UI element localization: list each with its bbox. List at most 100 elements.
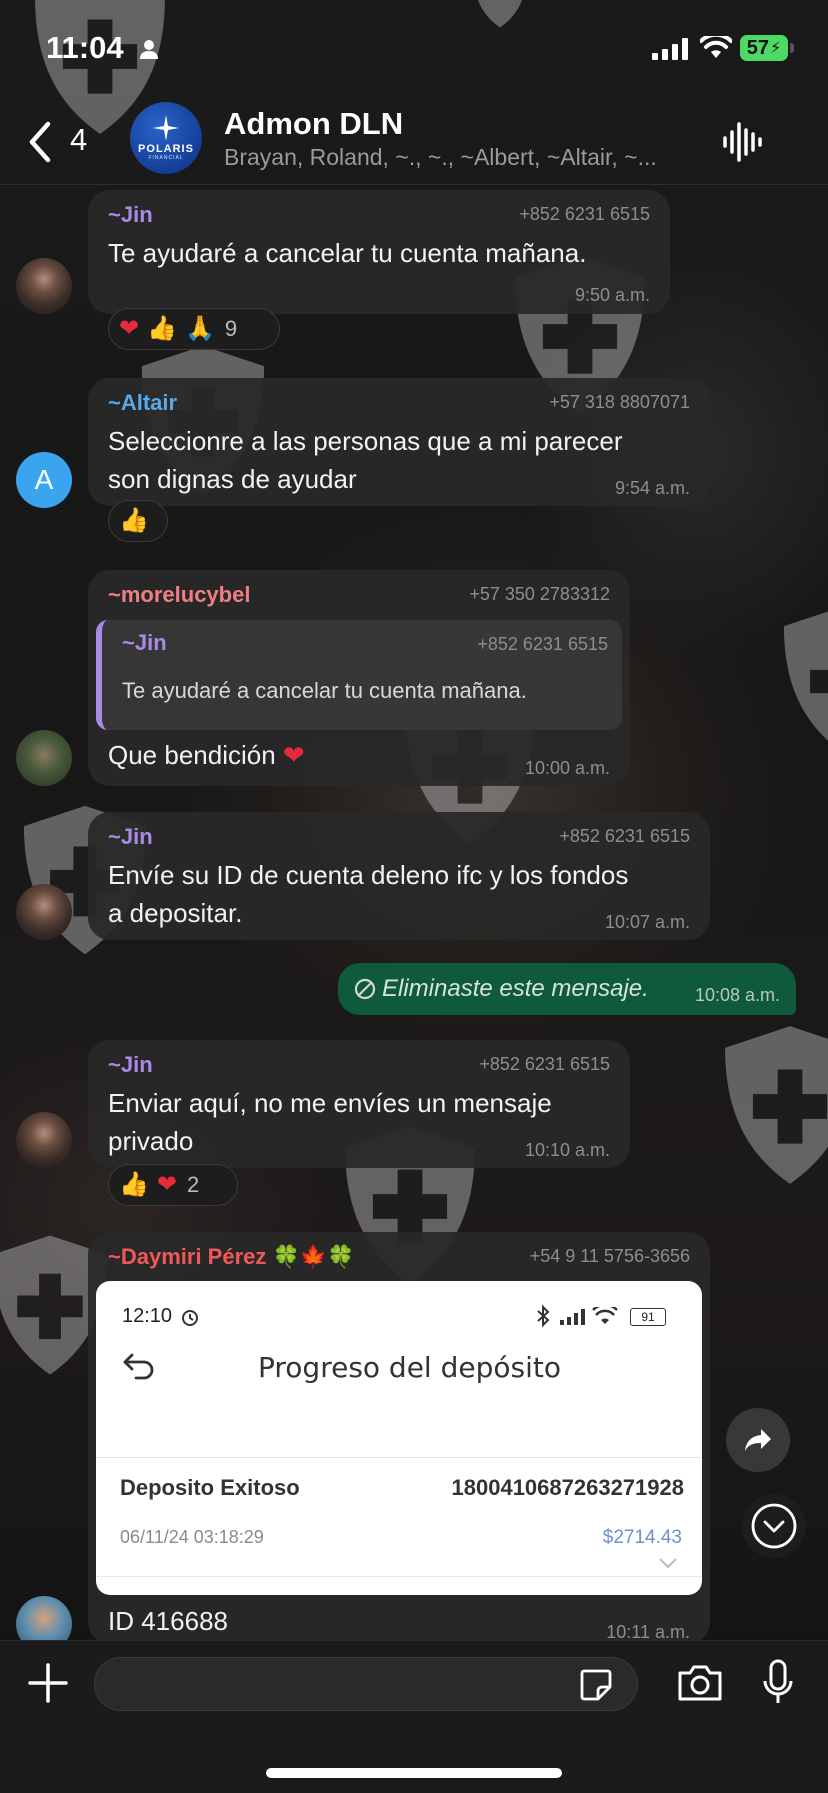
image-divider — [96, 1457, 702, 1458]
battery-indicator: 57 ⚡ — [740, 35, 788, 61]
reaction-count: 9 — [224, 316, 238, 341]
image-wifi-icon — [592, 1307, 618, 1324]
chevron-down-circle-icon — [751, 1503, 797, 1549]
message-bubble[interactable]: ~Jin +852 6231 6515 Te ayudaré a cancela… — [88, 190, 670, 314]
forward-button[interactable] — [726, 1408, 790, 1472]
sender-name[interactable]: ~Jin — [108, 1052, 153, 1078]
image-signal-icon — [560, 1309, 585, 1325]
battery-nub — [790, 43, 794, 53]
avatar[interactable] — [16, 258, 72, 314]
sender-phone: +852 6231 6515 — [479, 1054, 610, 1074]
message-time: 10:00 a.m. — [524, 758, 610, 778]
deleted-message-bubble[interactable]: Eliminaste este mensaje. 10:08 a.m. — [338, 963, 796, 1015]
image-status-time: 12:10 — [122, 1305, 172, 1328]
message-bubble[interactable]: ~Jin +852 6231 6515 Envíe su ID de cuent… — [88, 812, 710, 940]
image-time: 12:10 — [122, 1305, 173, 1327]
image-battery-level: 91 — [641, 1310, 655, 1324]
message-text: Que bendición ❤ — [108, 736, 305, 774]
chat-title[interactable]: Admon DLN — [224, 106, 403, 142]
message-text: Seleccionre a las personas que a mi pare… — [108, 426, 623, 494]
avatar-letter: A — [34, 464, 54, 495]
star-logo-icon — [153, 115, 179, 141]
message-time: 10:10 a.m. — [524, 1140, 610, 1160]
image-divider — [96, 1576, 702, 1577]
image-status-label: Deposito Exitoso — [120, 1475, 300, 1500]
sender-phone: +57 318 8807071 — [549, 392, 690, 412]
message-time: 9:50 a.m. — [574, 285, 650, 305]
message-bubble[interactable]: ~Altair +57 318 8807071 Seleccionre a la… — [88, 378, 710, 506]
thumbs-up-reaction-icon[interactable]: 👍 — [119, 509, 149, 533]
message-text: ID 416688 — [108, 1606, 228, 1636]
avatar[interactable] — [16, 730, 72, 786]
praying-hands-reaction-icon[interactable]: 🙏 — [185, 317, 215, 341]
quote-phone: +852 6231 6515 — [477, 634, 608, 654]
image-chevron-down-icon — [659, 1558, 677, 1569]
chat-members[interactable]: Brayan, Roland, ~., ~., ~Albert, ~Altair… — [224, 144, 704, 171]
thumbs-up-reaction-icon[interactable]: 👍 — [119, 1173, 149, 1197]
avatar[interactable]: A — [16, 452, 72, 508]
message-text-content: Que bendición — [108, 740, 276, 770]
quote-sender: ~Jin — [122, 630, 167, 655]
screenshot-image[interactable]: 12:10 91 Progreso del depósito Deposito … — [96, 1281, 702, 1595]
image-page-title: Progreso del depósito — [258, 1351, 561, 1384]
reactions-bar[interactable]: 👍 ❤ 2 — [108, 1164, 238, 1206]
scroll-down-button[interactable] — [742, 1494, 806, 1558]
sender-name[interactable]: ~Jin — [108, 202, 153, 228]
deleted-message-text: Eliminaste este mensaje. — [382, 975, 649, 1002]
message-input[interactable] — [94, 1657, 638, 1711]
quoted-message[interactable]: ~Jin +852 6231 6515 Te ayudaré a cancela… — [96, 620, 622, 730]
battery-level: 57 — [746, 36, 769, 59]
avatar[interactable] — [16, 884, 72, 940]
sender-name[interactable]: ~Altair — [108, 390, 177, 416]
heart-emoji-icon: ❤ — [282, 740, 305, 770]
sender-name[interactable]: ~Jin — [108, 824, 153, 850]
image-transaction-number: 1800410687263271928 — [451, 1475, 684, 1500]
image-battery: 91 — [630, 1308, 666, 1326]
heart-reaction-icon[interactable]: ❤ — [119, 317, 139, 341]
thumbs-up-reaction-icon[interactable]: 👍 — [147, 317, 177, 341]
image-amount: $2714.43 — [602, 1527, 682, 1548]
message-time: 9:54 a.m. — [614, 478, 690, 498]
avatar-brand: POLARIS — [138, 143, 194, 155]
message-bubble[interactable]: ~morelucybel +57 350 2783312 ~Jin +852 6… — [88, 570, 630, 786]
sender-name[interactable]: ~morelucybel — [108, 582, 250, 608]
microphone-icon[interactable] — [762, 1659, 794, 1709]
sender-phone: +852 6231 6515 — [559, 826, 690, 846]
message-text: Te ayudaré a cancelar tu cuenta mañana. — [108, 238, 587, 268]
plus-icon[interactable] — [26, 1661, 70, 1705]
reaction-count: 2 — [187, 1172, 200, 1197]
unread-count[interactable]: 4 — [70, 122, 87, 158]
person-icon — [140, 40, 158, 59]
avatar[interactable] — [16, 1112, 72, 1168]
charging-bolt-icon: ⚡ — [770, 40, 782, 57]
message-bubble[interactable]: ~Jin +852 6231 6515 Enviar aquí, no me e… — [88, 1040, 630, 1168]
camera-icon[interactable] — [676, 1663, 724, 1703]
message-time: 10:07 a.m. — [604, 912, 690, 932]
return-arrow-icon — [123, 1353, 154, 1380]
quote-text: Te ayudaré a cancelar tu cuenta mañana. — [122, 678, 527, 703]
blocked-icon — [354, 978, 376, 1000]
message-text: Envíe su ID de cuenta deleno ifc y los f… — [108, 860, 629, 928]
group-avatar[interactable]: POLARIS FINANCIAL — [130, 102, 202, 174]
heart-reaction-icon[interactable]: ❤ — [157, 1173, 177, 1197]
status-bar: 11:04 57 ⚡ — [0, 0, 828, 100]
sender-name[interactable]: ~Daymiri Pérez 🍀🍁🍀 — [108, 1244, 355, 1270]
forward-arrow-icon — [745, 1429, 771, 1451]
sticker-icon[interactable] — [578, 1667, 614, 1703]
home-indicator[interactable] — [266, 1768, 562, 1778]
reactions-bar[interactable]: ❤ 👍 🙏 9 — [108, 308, 280, 350]
cellular-signal-icon — [652, 38, 688, 60]
message-time: 10:08 a.m. — [694, 985, 780, 1005]
image-date: 06/11/24 03:18:29 — [120, 1527, 264, 1547]
avatar-sub: FINANCIAL — [148, 155, 184, 161]
reactions-bar[interactable]: 👍 — [108, 500, 168, 542]
chat-header: 4 POLARIS FINANCIAL Admon DLN Brayan, Ro… — [0, 100, 828, 185]
bluetooth-icon — [537, 1305, 550, 1327]
sender-phone: +57 350 2783312 — [469, 584, 610, 604]
status-time: 11:04 — [46, 30, 124, 65]
alarm-clock-icon — [182, 1310, 198, 1326]
sender-phone: +54 9 11 5756-3656 — [529, 1246, 690, 1266]
sender-phone: +852 6231 6515 — [519, 204, 650, 224]
back-chevron-icon[interactable] — [26, 120, 54, 164]
voice-chat-icon[interactable] — [722, 120, 764, 164]
